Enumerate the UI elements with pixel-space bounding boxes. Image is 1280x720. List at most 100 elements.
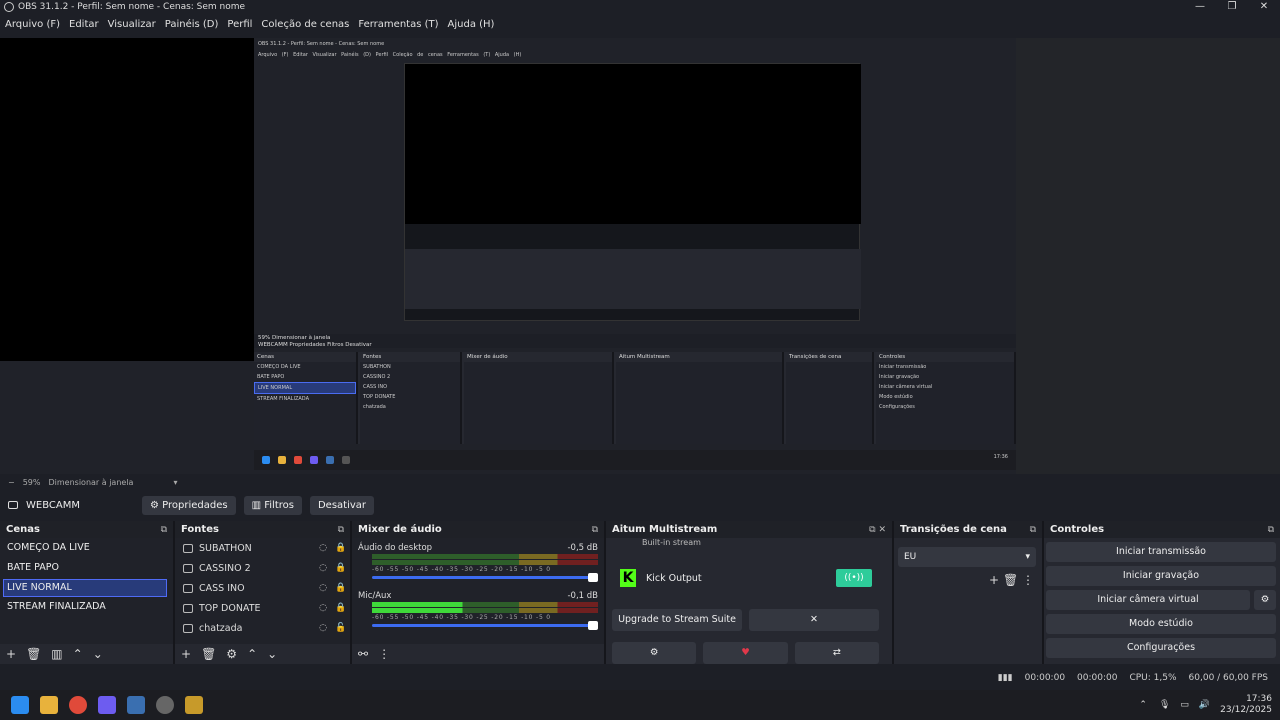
scene-item[interactable]: COMEÇO DA LIVE [0,538,173,558]
source-item[interactable]: CASSINO 2 ◌ 🔒 [175,558,350,578]
lock-icon[interactable]: 🔒 [332,583,350,593]
zoom-out-icon[interactable]: − [8,478,15,487]
zoom-percent[interactable]: 59% [23,478,41,487]
eye-hidden-icon[interactable]: ◌ [314,623,332,633]
menu-edit[interactable]: Editar [69,19,99,30]
filter-icon[interactable]: ▥ [51,647,62,661]
menu-profile[interactable]: Perfil [227,19,252,30]
more-options-icon[interactable]: ⋮ [378,647,390,661]
dock-float-icon[interactable]: ⧉ [592,525,598,535]
add-icon[interactable]: + [6,647,16,661]
nested-source-item: CASS INO [363,384,387,390]
start-virtual-camera-button[interactable]: Iniciar câmera virtual [1046,590,1250,610]
dock-float-icon[interactable]: ⧉ ✕ [869,525,886,535]
chevron-down-icon[interactable]: ▾ [173,478,177,487]
eye-hidden-icon[interactable]: ◌ [314,603,332,613]
start-streaming-button[interactable]: Iniciar transmissão [1046,542,1276,562]
source-item[interactable]: CASS INO ◌ 🔒 [175,578,350,598]
dock-float-icon[interactable]: ⧉ [161,525,167,535]
steam-icon[interactable] [127,696,145,714]
file-explorer-icon[interactable] [40,696,58,714]
lock-open-icon[interactable]: 🔓 [332,623,350,633]
settings-button[interactable]: ⚙ [612,642,697,664]
scene-item-selected[interactable]: LIVE NORMAL [3,579,167,597]
add-icon[interactable]: + [989,573,999,587]
move-down-icon[interactable]: ⌄ [93,647,103,661]
close-upgrade-button[interactable]: ✕ [749,609,879,631]
maximize-button[interactable]: ❐ [1216,0,1248,14]
link-icon[interactable]: ⚯ [358,647,368,661]
eye-hidden-icon[interactable]: ◌ [314,583,332,593]
close-button[interactable]: ✕ [1248,0,1280,14]
lock-icon[interactable]: 🔒 [332,543,350,553]
filters-button[interactable]: ▥ Filtros [243,495,302,515]
link-icon: ⇄ [832,647,841,658]
mixer-footer: ⚯ ⋮ [352,644,604,664]
move-up-icon[interactable]: ⌃ [73,647,83,661]
clock[interactable]: 17:36 23/12/2025 [1220,694,1272,716]
studio-mode-button[interactable]: Modo estúdio [1046,614,1276,634]
dock-float-icon[interactable]: ⧉ [1268,525,1274,535]
virtual-camera-settings-button[interactable]: ⚙ [1254,590,1276,610]
move-up-icon[interactable]: ⌃ [247,647,257,661]
sources-dock: Fontes ⧉ SUBATHON ◌ 🔒 CASSINO 2 ◌ 🔒 CASS INO ◌… [175,521,350,664]
nested-transitions: Transições de cena [786,352,874,444]
kick-output-name: Kick Output [646,572,702,584]
source-item[interactable]: SUBATHON ◌ 🔒 [175,538,350,558]
trash-icon[interactable]: 🗑 [1003,573,1018,587]
windows-start-icon[interactable] [11,696,29,714]
app-icon[interactable] [185,696,203,714]
network-icon[interactable]: ▭ [1180,700,1189,710]
trash-icon[interactable]: 🗑 [26,647,41,661]
eye-hidden-icon[interactable]: ◌ [314,563,332,573]
discord-icon[interactable] [98,696,116,714]
chevron-up-icon[interactable]: ⌃ [1139,700,1147,710]
donate-button[interactable]: ♥ [703,642,788,664]
properties-button[interactable]: ⚙ Propriedades [141,495,236,515]
nested-scenes-header: Cenas [254,352,356,362]
gear-icon[interactable]: ⚙ [226,647,237,661]
menu-help[interactable]: Ajuda (H) [448,19,495,30]
menu-view[interactable]: Visualizar [108,19,156,30]
fit-to-window-dropdown[interactable]: Dimensionar à janela [48,478,133,487]
upgrade-button[interactable]: Upgrade to Stream Suite [612,609,742,631]
settings-button[interactable]: Configurações [1046,638,1276,658]
info-button[interactable]: ⇄ [794,642,879,664]
menu-tools[interactable]: Ferramentas (T) [358,19,438,30]
disable-button[interactable]: Desativar [309,495,375,515]
gear-icon: ⚙ [149,499,163,511]
dock-float-icon[interactable]: ⧉ [1030,525,1036,535]
scene-item[interactable]: STREAM FINALIZADA [0,597,173,617]
lock-icon[interactable]: 🔒 [332,563,350,573]
scene-item[interactable]: BATE PAPO [0,558,173,578]
virtual-camera-row: Iniciar câmera virtual ⚙ [1044,586,1280,610]
menu-scene-collection[interactable]: Coleção de cenas [261,19,349,30]
source-item[interactable]: chatzada ◌ 🔓 [175,618,350,638]
volume-slider[interactable] [372,621,598,630]
volume-icon[interactable]: 🔊 [1199,700,1210,710]
nested-source-item: SUBATHON [363,364,391,370]
mic-icon[interactable]: 🎙 [1159,700,1170,710]
start-recording-button[interactable]: Iniciar gravação [1046,566,1276,586]
source-item[interactable]: TOP DONATE ◌ 🔒 [175,598,350,618]
channel-name: Mic/Aux [358,591,392,601]
obs-icon[interactable] [156,696,174,714]
menu-file[interactable]: Arquivo (F) [5,19,60,30]
chrome-icon[interactable] [69,696,87,714]
more-options-icon[interactable]: ⋮ [1022,573,1034,587]
minimize-button[interactable]: — [1184,0,1216,14]
volume-slider[interactable] [372,573,598,582]
menu-docks[interactable]: Painéis (D) [165,19,219,30]
slider-handle[interactable] [588,573,598,582]
transition-select[interactable]: EU ▾ [898,547,1036,567]
dock-float-icon[interactable]: ⧉ [338,525,344,535]
move-down-icon[interactable]: ⌄ [267,647,277,661]
trash-icon[interactable]: 🗑 [201,647,216,661]
eye-hidden-icon[interactable]: ◌ [314,543,332,553]
slider-handle[interactable] [588,621,598,630]
preview-area[interactable]: OBS 31.1.2 - Perfil: Sem nome - Cenas: S… [0,38,1280,474]
add-icon[interactable]: + [181,647,191,661]
stream-toggle-button[interactable]: ((•)) [836,569,872,587]
lock-icon[interactable]: 🔒 [332,603,350,613]
preview-canvas[interactable]: OBS 31.1.2 - Perfil: Sem nome - Cenas: S… [254,38,1016,472]
